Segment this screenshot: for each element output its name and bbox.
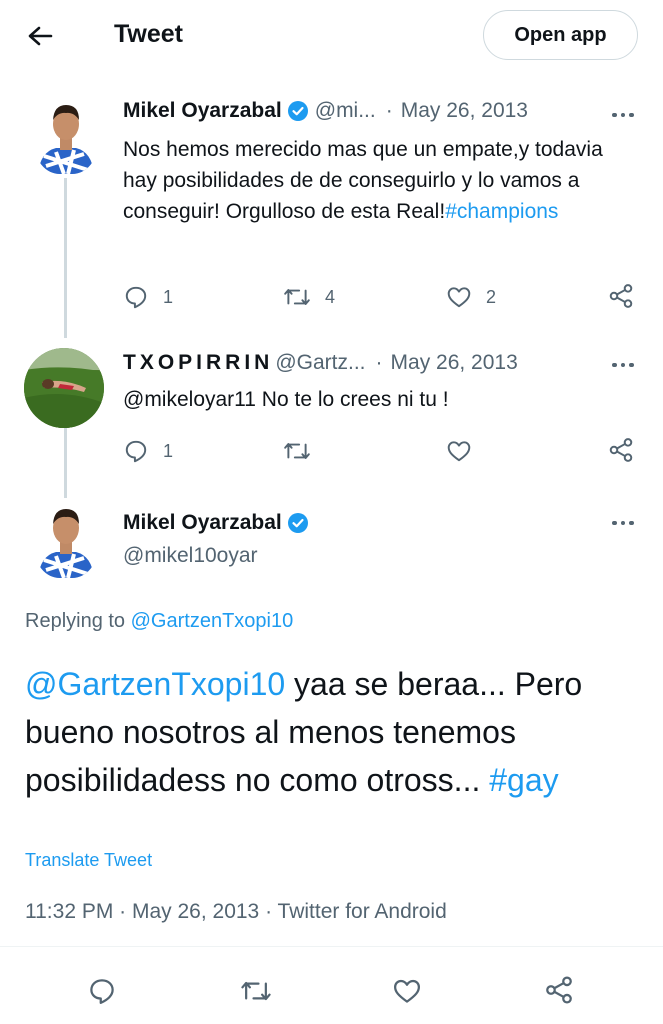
mention-link[interactable]: @GartzenTxopi10 [25, 666, 285, 702]
replying-prefix: Replying to [25, 610, 131, 632]
author-name[interactable]: Mikel Oyarzabal [123, 511, 282, 535]
share-button[interactable] [543, 974, 575, 1006]
reply-icon [125, 440, 147, 463]
translate-tweet-link[interactable]: Translate Tweet [25, 845, 152, 876]
more-icon[interactable] [612, 511, 634, 535]
thread-line [64, 178, 67, 338]
reply-button[interactable]: 1 [123, 438, 173, 464]
share-icon [546, 976, 572, 1004]
retweet-icon [241, 981, 271, 1001]
retweet-icon [284, 443, 310, 459]
retweet-button[interactable]: 4 [283, 284, 335, 310]
divider [0, 946, 663, 947]
like-button[interactable] [446, 438, 472, 464]
like-button[interactable] [392, 976, 422, 1006]
more-icon[interactable] [612, 103, 634, 127]
like-icon [447, 287, 471, 308]
tweet-text: @mikeloyar11 No te lo crees ni tu ! [123, 388, 449, 411]
verified-icon [287, 100, 309, 122]
avatar[interactable] [24, 348, 104, 428]
main-author: Mikel Oyarzabal [123, 511, 309, 535]
share-button[interactable] [607, 436, 635, 464]
reply-button[interactable]: 1 [123, 284, 173, 310]
tweet-meta: 11:32 PM · May 26, 2013 · Twitter for An… [25, 900, 447, 923]
author-name[interactable]: TXOPIRRIN [123, 351, 273, 375]
main-handle-row: @mikel10oyar [123, 544, 258, 568]
reply-count: 1 [163, 440, 174, 461]
like-button[interactable]: 2 [446, 284, 496, 310]
retweet-button[interactable] [283, 438, 311, 464]
author-name[interactable]: Mikel Oyarzabal [123, 99, 282, 123]
thread-line [64, 428, 67, 498]
like-icon [447, 441, 471, 462]
replying-handle-link[interactable]: @GartzenTxopi10 [131, 610, 294, 632]
author-handle[interactable]: @Gartz... [275, 351, 365, 375]
verified-icon [287, 512, 309, 534]
author-handle[interactable]: @mi... [315, 99, 376, 123]
tweet-header: TXOPIRRIN @Gartz... · May 26, 2013 [123, 351, 518, 375]
share-icon [609, 438, 633, 462]
reply-icon [125, 286, 147, 309]
tweet-date[interactable]: May 26, 2013 [391, 351, 518, 375]
reply-count: 1 [163, 286, 174, 307]
reply-icon [90, 979, 114, 1004]
separator-dot: · [375, 351, 383, 374]
like-count: 2 [486, 286, 497, 307]
top-bar: Tweet Open app [0, 0, 663, 72]
open-app-button[interactable]: Open app [483, 10, 638, 60]
avatar[interactable] [34, 500, 98, 578]
more-icon[interactable] [612, 353, 634, 377]
hashtag-link[interactable]: #gay [489, 762, 558, 798]
retweet-count: 4 [325, 286, 336, 307]
tweet-date[interactable]: May 26, 2013 [401, 99, 528, 123]
avatar[interactable] [34, 96, 98, 174]
share-icon [609, 284, 633, 308]
tweet-header: Mikel Oyarzabal @mi... · May 26, 2013 [123, 99, 528, 123]
author-handle[interactable]: @mikel10oyar [123, 544, 258, 568]
tweet-text: Nos hemos merecido mas que un empate,y t… [123, 134, 623, 227]
retweet-icon [284, 289, 310, 305]
share-button[interactable] [607, 282, 635, 310]
back-arrow-icon [28, 26, 53, 46]
retweet-button[interactable] [240, 976, 272, 1006]
separator-dot: · [385, 99, 393, 122]
reply-button[interactable] [87, 976, 117, 1006]
hashtag-link[interactable]: #champions [445, 200, 558, 223]
replying-to: Replying to @GartzenTxopi10 [25, 606, 293, 637]
like-icon [394, 979, 420, 1003]
main-tweet-text: @GartzenTxopi10 yaa se beraa... Pero bue… [25, 660, 625, 804]
back-button[interactable] [20, 18, 60, 54]
page-title: Tweet [114, 20, 183, 48]
